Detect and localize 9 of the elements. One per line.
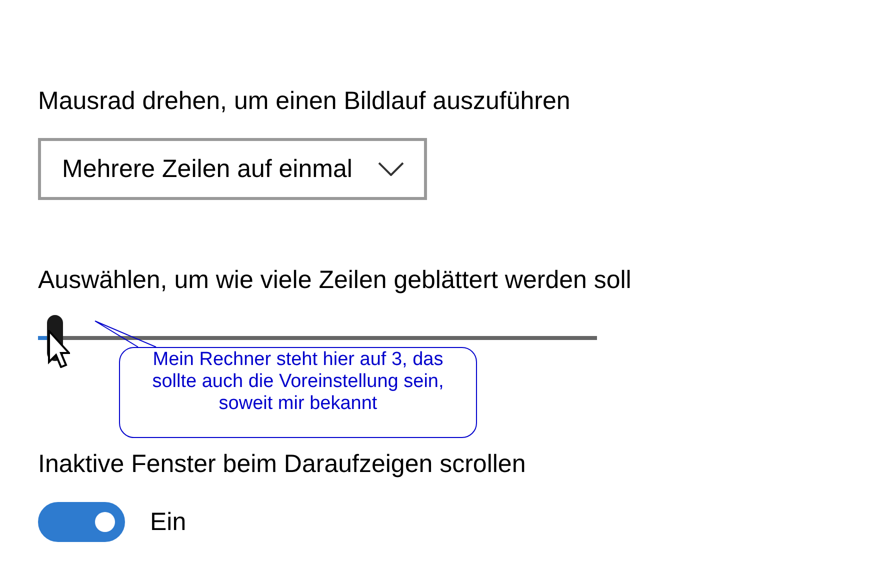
callout: Mein Rechner steht hier auf 3, das sollte auch die Voreinstellung sein, soweit mir bekannt	[119, 347, 477, 438]
toggle-state: Ein	[150, 508, 186, 536]
setting-label: Mausrad drehen, um einen Bildlauf auszuführen	[38, 86, 572, 117]
chevron-down-icon	[378, 162, 404, 176]
setting-label: Inaktive Fenster beim Daraufzeigen scrollen	[38, 449, 527, 480]
setting-label: Auswählen, um wie viele Zeilen geblättert werden soll	[38, 265, 632, 296]
toggle-switch[interactable]	[38, 502, 125, 542]
scroll-mode-dropdown[interactable]: Mehrere Zeilen auf einmal	[38, 138, 428, 200]
cursor-icon	[48, 330, 70, 368]
